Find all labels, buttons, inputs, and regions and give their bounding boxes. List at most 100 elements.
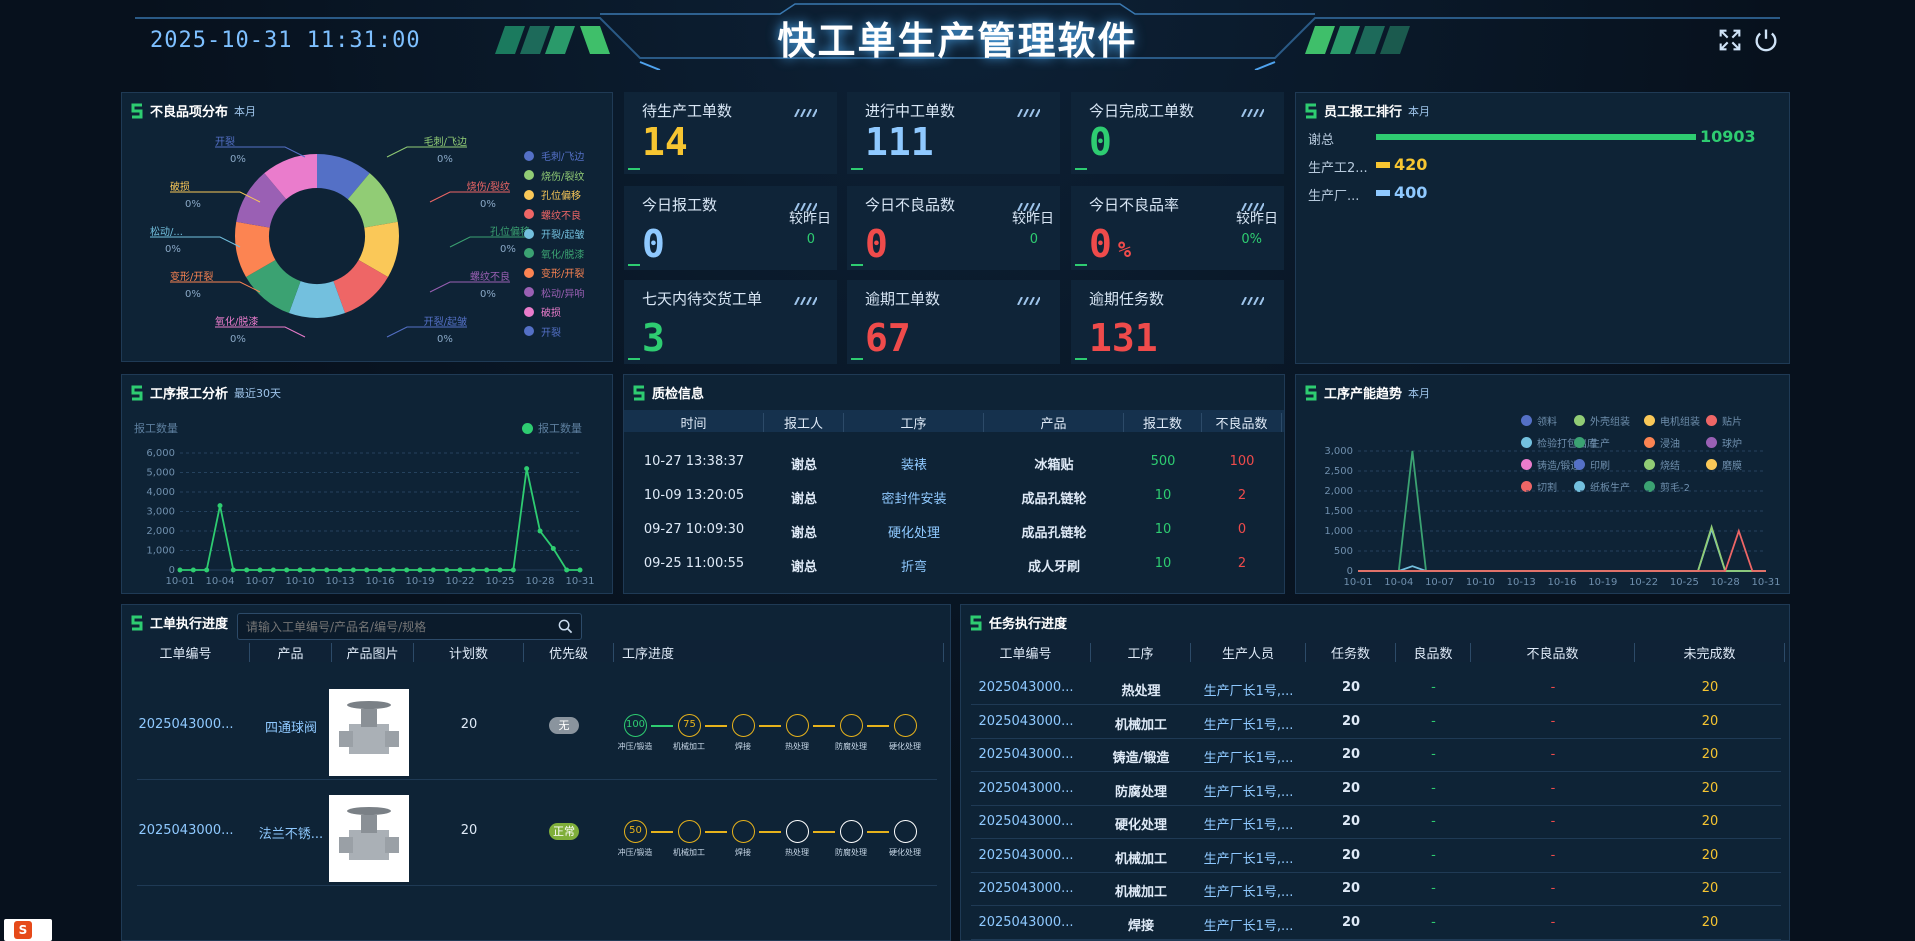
- row-divider: [971, 804, 1781, 806]
- table-cell: 生产厂长1号,...: [1203, 885, 1294, 900]
- step-label: 机械加工: [673, 848, 705, 857]
- legend-dot: [524, 228, 534, 239]
- column-header: 工序: [1091, 643, 1191, 662]
- legend-dot: [524, 150, 534, 161]
- table-cell: 2: [1237, 556, 1247, 571]
- data-point: [404, 567, 410, 573]
- legend-dot: [524, 170, 534, 180]
- logo-icon: [970, 615, 982, 630]
- table-cell: 100: [1229, 454, 1255, 469]
- step-circle: [678, 820, 701, 843]
- legend-dot: [524, 287, 534, 297]
- data-point: [350, 567, 356, 573]
- series-line: [180, 468, 580, 571]
- step-label: 硬化处理: [889, 742, 921, 751]
- order-search-input[interactable]: [238, 614, 538, 639]
- accent-tick: [851, 358, 863, 360]
- table-cell: 20: [1701, 847, 1719, 863]
- sogou-ime-icon[interactable]: S: [4, 919, 52, 941]
- data-point: [190, 567, 196, 573]
- stat-value: 0: [1089, 120, 1112, 164]
- stat-card: 七天内待交货工单 3: [624, 280, 837, 364]
- data-point: [377, 567, 383, 573]
- data-point: [417, 567, 423, 573]
- column-header: 生产人员: [1191, 643, 1306, 662]
- data-point: [497, 567, 503, 573]
- column-header: 计划数: [414, 643, 524, 662]
- column-header: 不良品数: [1471, 643, 1635, 662]
- table-cell: 10-09 13:20:05: [643, 488, 745, 503]
- stripe-icon: [1240, 290, 1265, 306]
- accent-tick: [1075, 264, 1087, 266]
- table-cell: -: [1550, 680, 1556, 695]
- stat-unit: %: [1117, 238, 1132, 263]
- rank-name: 谢总: [1308, 133, 1335, 148]
- table-cell: 硬化处理: [887, 526, 940, 541]
- compare-label: 较昨日: [1012, 211, 1054, 227]
- step-circle: 100: [624, 714, 647, 737]
- table-cell: 生产厂长1号,...: [1203, 684, 1294, 699]
- table-cell: 20: [1701, 713, 1719, 729]
- step-circle: 75: [678, 714, 701, 737]
- data-point: [390, 567, 396, 573]
- fullscreen-icon[interactable]: [1716, 26, 1744, 54]
- table-cell: 2025043000...: [978, 914, 1074, 930]
- step-connector: [705, 831, 727, 833]
- y-tick-label: 2,000: [1324, 486, 1353, 497]
- row-divider: [971, 938, 1781, 940]
- logo-icon: [633, 385, 645, 400]
- data-point: [550, 546, 556, 552]
- quality-panel: 质检信息 时间 报工人 工序 产品 报工数 不良品数 10-27 13:38:37 谢总 装裱 冰…: [623, 374, 1285, 594]
- table-cell: 机械加工: [1114, 851, 1167, 867]
- label-leader: [449, 236, 530, 248]
- app-title: 快工单生产管理软件: [777, 19, 1138, 63]
- x-tick-label: 10-16: [365, 576, 394, 587]
- column-header: 产品: [250, 643, 332, 662]
- data-point: [270, 567, 276, 573]
- accent-tick: [851, 264, 863, 266]
- table-cell: 20: [1341, 847, 1361, 863]
- legend-item: 氧化/脱漆: [524, 246, 584, 261]
- table-cell: 20: [1701, 814, 1719, 829]
- table-cell: -: [1431, 747, 1436, 762]
- column-header: 报工人: [764, 413, 844, 432]
- search-icon[interactable]: [558, 619, 573, 634]
- table-cell: 装裱: [900, 458, 927, 473]
- defect-pct: 0%: [165, 244, 181, 255]
- column-header: 产品: [984, 413, 1124, 432]
- y-tick-label: 0: [169, 565, 175, 576]
- table-cell: 10: [1154, 556, 1172, 571]
- legend-item: 开裂: [524, 324, 561, 339]
- defect-pct: 0%: [185, 199, 201, 210]
- legend-dot: [524, 189, 534, 200]
- table-cell: 20: [1701, 780, 1719, 796]
- column-header: 产品图片: [332, 643, 414, 662]
- x-tick-label: 10-04: [205, 576, 234, 587]
- accent-tick: [851, 168, 863, 170]
- legend-label: 开裂/起皱: [541, 230, 585, 241]
- x-tick-label: 10-07: [245, 576, 274, 587]
- step-label: 冲压/锻造: [617, 848, 653, 857]
- compare-value: 0: [1029, 232, 1038, 247]
- row-divider: [971, 905, 1781, 906]
- column-header: 不良品数: [1202, 413, 1282, 432]
- y-tick-label: 500: [1334, 546, 1353, 557]
- stat-label: 待生产工单数: [642, 102, 733, 120]
- order-search: [237, 613, 582, 640]
- legend-item: 毛刺/飞边: [524, 148, 584, 163]
- table-cell: 生产厂长1号,...: [1203, 851, 1294, 867]
- step-circle: [840, 714, 863, 737]
- legend-item: 螺纹不良: [524, 207, 581, 222]
- column-header: 时间: [624, 413, 764, 432]
- defect-label: 变形/开裂: [170, 272, 214, 283]
- power-icon[interactable]: [1752, 26, 1780, 54]
- legend-dot: [524, 209, 534, 219]
- legend-dot: [524, 326, 534, 336]
- defect-label: 氧化/脱漆: [215, 317, 259, 328]
- data-point: [337, 567, 343, 573]
- legend-item: 变形/开裂: [524, 265, 584, 280]
- stat-value: 14: [642, 120, 688, 164]
- data-point: [244, 567, 250, 573]
- x-tick-label: 10-01: [165, 576, 194, 587]
- label-leader: [215, 326, 306, 338]
